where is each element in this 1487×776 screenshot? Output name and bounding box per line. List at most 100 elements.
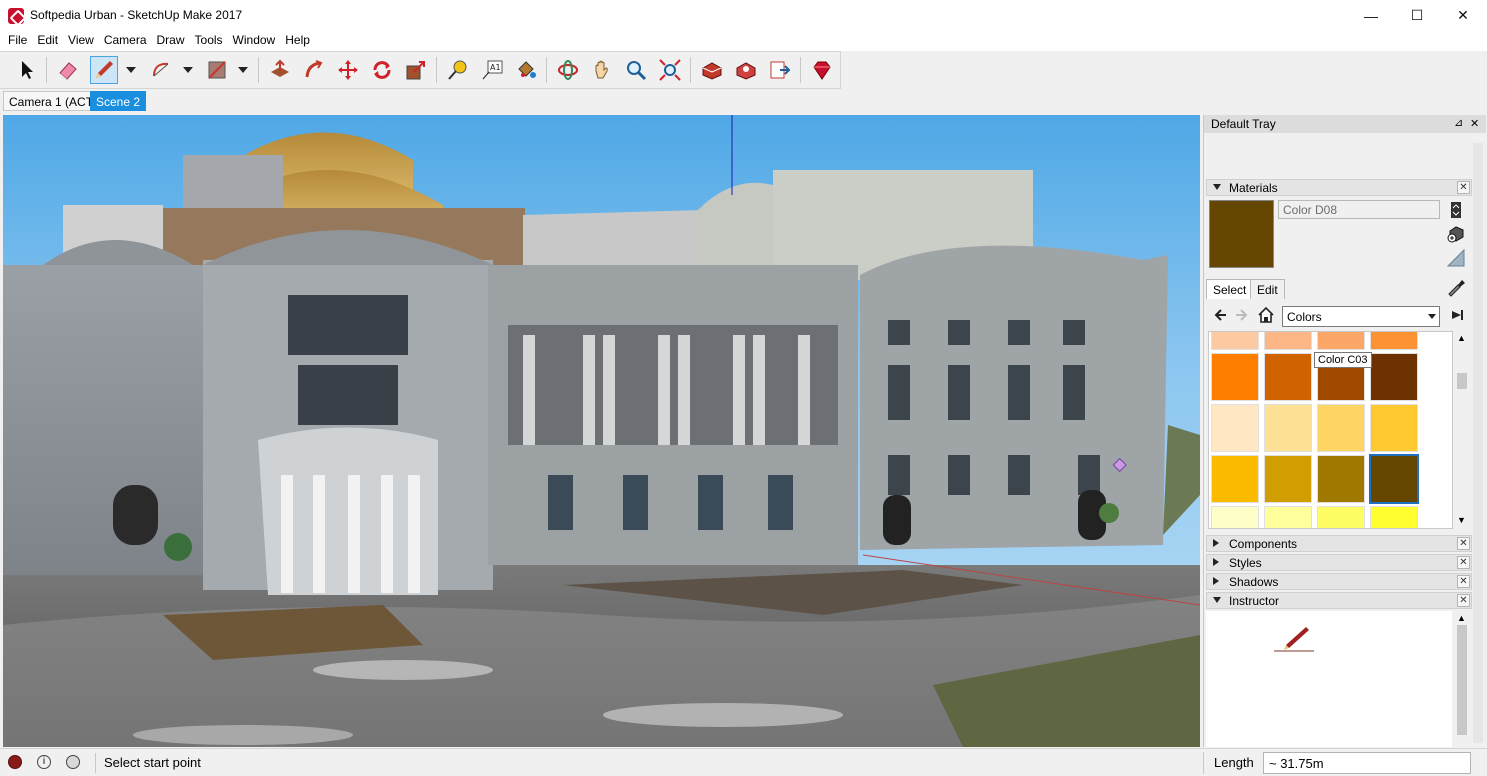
scene-tab-scene-2[interactable]: Scene 2 [90,91,147,111]
swatch-r4-c0[interactable] [1211,506,1259,528]
swatch-r1-c0[interactable] [1211,353,1259,401]
user-account-icon[interactable] [66,755,80,769]
modeling-viewport[interactable] [3,115,1200,747]
scroll-down-icon[interactable]: ▼ [1457,515,1466,525]
swatch-r2-c2[interactable] [1317,404,1365,452]
line-tool-button[interactable] [90,56,118,84]
styles-close-icon[interactable]: ✕ [1457,556,1470,569]
eraser-tool-button[interactable] [54,56,82,84]
ruby-console-button[interactable] [808,56,836,84]
swatch-r4-c2[interactable] [1317,506,1365,528]
zoom-extents-tool-button[interactable] [656,56,684,84]
material-name-field[interactable]: Color D08 [1278,200,1440,219]
arc-tool-dropdown[interactable] [181,56,195,84]
svg-text:A1: A1 [490,63,501,72]
swatch-scrollbar[interactable]: ▲ ▼ [1454,331,1470,529]
shadows-close-icon[interactable]: ✕ [1457,575,1470,588]
3d-warehouse-button[interactable] [698,56,726,84]
components-panel-header[interactable]: Components ✕ [1206,535,1472,552]
shadows-heading: Shadows [1229,575,1279,589]
arrow-cursor-icon [22,61,33,79]
extension-warehouse-button[interactable] [766,56,794,84]
shadows-panel-header[interactable]: Shadows ✕ [1206,573,1472,590]
eyedropper-icon[interactable] [1446,277,1466,297]
measurements-box[interactable]: ~ 31.75m [1263,752,1471,774]
components-close-icon[interactable]: ✕ [1457,537,1470,550]
swatch-r1-c1[interactable] [1264,353,1312,401]
swatch-r1-c3[interactable] [1370,353,1418,401]
close-button[interactable]: ✕ [1440,0,1486,31]
minimize-button[interactable]: — [1348,0,1394,31]
menu-draw[interactable]: Draw [153,31,189,51]
scroll-up-icon[interactable]: ▲ [1457,333,1466,343]
instructor-content [1206,611,1452,747]
pencil-icon [96,61,113,78]
menu-camera[interactable]: Camera [100,31,151,51]
scene-tab-camera-1[interactable]: Camera 1 (ACT) [3,91,104,111]
swatch-r3-c3-selected[interactable] [1369,454,1419,504]
paint-bucket-tool-button[interactable] [512,56,540,84]
tray-close-icon[interactable]: ✕ [1470,117,1479,130]
swatch-r4-c3[interactable] [1370,506,1418,528]
share-component-button[interactable] [732,56,760,84]
home-icon[interactable] [1257,306,1275,324]
current-material-swatch[interactable] [1209,200,1274,268]
swatch-r2-c1[interactable] [1264,404,1312,452]
arc-tool-button[interactable] [148,56,176,84]
zoom-tool-button[interactable] [622,56,650,84]
menu-help[interactable]: Help [281,31,314,51]
menu-tools[interactable]: Tools [191,31,227,51]
scale-tool-button[interactable] [402,56,430,84]
credits-info-icon[interactable]: i [37,755,51,769]
sample-paint-icon[interactable] [1446,248,1466,268]
display-secondary-pane-icon[interactable] [1448,201,1464,219]
swatch-r0-c3[interactable] [1370,332,1418,350]
rectangle-tool-dropdown[interactable] [236,56,250,84]
geo-location-icon[interactable] [8,755,22,769]
scroll-up-icon[interactable]: ▲ [1457,613,1466,623]
rectangle-tool-button[interactable] [203,56,231,84]
swatch-r3-c0[interactable] [1211,455,1259,503]
tab-select[interactable]: Select [1206,279,1254,299]
material-library-select[interactable]: Colors [1282,306,1440,327]
swatch-r2-c3[interactable] [1370,404,1418,452]
select-tool-button[interactable] [13,56,41,84]
push-pull-tool-button[interactable] [266,56,294,84]
back-arrow-icon[interactable] [1212,307,1228,323]
tab-edit[interactable]: Edit [1250,279,1285,299]
materials-panel-header[interactable]: Materials ✕ [1206,179,1472,196]
rotate-tool-button[interactable] [368,56,396,84]
swatch-r3-c2[interactable] [1317,455,1365,503]
pan-tool-button[interactable] [588,56,616,84]
swatch-r0-c0[interactable] [1211,332,1259,350]
swatch-r0-c1[interactable] [1264,332,1312,350]
materials-heading: Materials [1229,181,1278,195]
tray-scrollbar[interactable] [1470,133,1486,747]
text-tool-button[interactable]: A1 [478,56,506,84]
materials-close-icon[interactable]: ✕ [1457,181,1470,194]
forward-arrow-icon[interactable] [1234,307,1250,323]
maximize-button[interactable]: ☐ [1394,0,1440,31]
follow-me-tool-button[interactable] [300,56,328,84]
create-material-icon[interactable] [1446,224,1466,244]
window-title: Softpedia Urban - SketchUp Make 2017 [30,8,243,22]
pin-icon[interactable]: ⊿ [1454,116,1463,129]
instructor-close-icon[interactable]: ✕ [1457,594,1470,607]
styles-panel-header[interactable]: Styles ✕ [1206,554,1472,571]
menu-file[interactable]: File [4,31,31,51]
instructor-scrollbar[interactable]: ▲ [1454,611,1470,747]
menu-view[interactable]: View [64,31,98,51]
swatch-r0-c2[interactable] [1317,332,1365,350]
instructor-panel-header[interactable]: Instructor ✕ [1206,592,1472,609]
orbit-tool-button[interactable] [554,56,582,84]
menu-edit[interactable]: Edit [33,31,62,51]
swatch-r3-c1[interactable] [1264,455,1312,503]
line-tool-dropdown[interactable] [124,56,138,84]
move-tool-button[interactable] [334,56,362,84]
tape-measure-tool-button[interactable] [444,56,472,84]
menu-window[interactable]: Window [229,31,280,51]
swatch-r4-c1[interactable] [1264,506,1312,528]
swatch-r2-c0[interactable] [1211,404,1259,452]
text-label-icon: A1 [482,60,503,80]
details-arrow-icon[interactable] [1449,307,1465,323]
